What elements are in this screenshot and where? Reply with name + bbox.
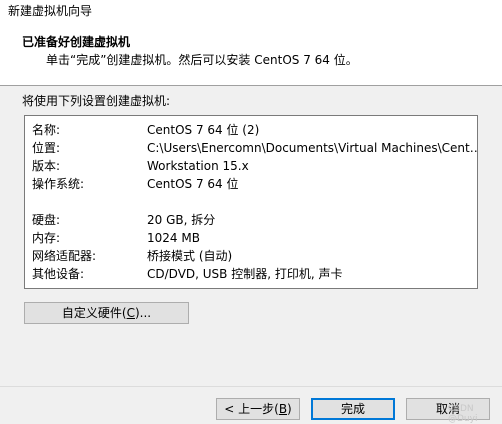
button-accesskey: C	[126, 306, 135, 320]
button-label-prefix: 自定义硬件(	[61, 306, 127, 320]
button-accesskey: B	[278, 402, 288, 416]
settings-summary-box: 名称: CentOS 7 64 位 (2) 位置: C:\Users\Enerc…	[24, 115, 478, 289]
summary-label: 其他设备:	[32, 267, 85, 281]
summary-label: 操作系统:	[32, 177, 85, 191]
summary-label: 名称:	[32, 123, 61, 137]
button-label-suffix: )...	[134, 306, 152, 320]
back-button[interactable]: < 上一步(B)	[216, 398, 300, 420]
customize-hardware-button[interactable]: 自定义硬件(C)...	[24, 302, 189, 324]
button-label-suffix: )	[287, 402, 292, 416]
page-title: 已准备好创建虚拟机	[22, 35, 131, 49]
summary-value: 20 GB, 拆分	[147, 213, 216, 227]
wizard-header: 已准备好创建虚拟机 单击“完成”创建虚拟机。然后可以安装 CentOS 7 64…	[0, 24, 502, 86]
summary-value: CentOS 7 64 位 (2)	[147, 123, 260, 137]
button-label-prefix: < 上一步(	[224, 402, 279, 416]
summary-label: 硬盘:	[32, 213, 61, 227]
summary-value: C:\Users\Enercomn\Documents\Virtual Mach…	[147, 141, 478, 155]
summary-label: 版本:	[32, 159, 61, 173]
finish-button[interactable]: 完成	[311, 398, 395, 420]
summary-value: 桥接模式 (自动)	[147, 249, 233, 263]
summary-value: 1024 MB	[147, 231, 200, 245]
settings-intro-text: 将使用下列设置创建虚拟机:	[22, 94, 171, 108]
page-subtitle: 单击“完成”创建虚拟机。然后可以安装 CentOS 7 64 位。	[46, 53, 358, 67]
summary-label: 内存:	[32, 231, 61, 245]
window-title: 新建虚拟机向导	[8, 4, 93, 18]
summary-label: 网络适配器:	[32, 249, 97, 263]
window-title-bar: 新建虚拟机向导	[0, 0, 502, 24]
summary-label: 位置:	[32, 141, 61, 155]
summary-value: CD/DVD, USB 控制器, 打印机, 声卡	[147, 267, 343, 281]
summary-value: CentOS 7 64 位	[147, 177, 239, 191]
watermark-text: CSDN @Duyi	[448, 404, 478, 424]
footer-divider	[0, 386, 502, 387]
summary-value: Workstation 15.x	[147, 159, 249, 173]
